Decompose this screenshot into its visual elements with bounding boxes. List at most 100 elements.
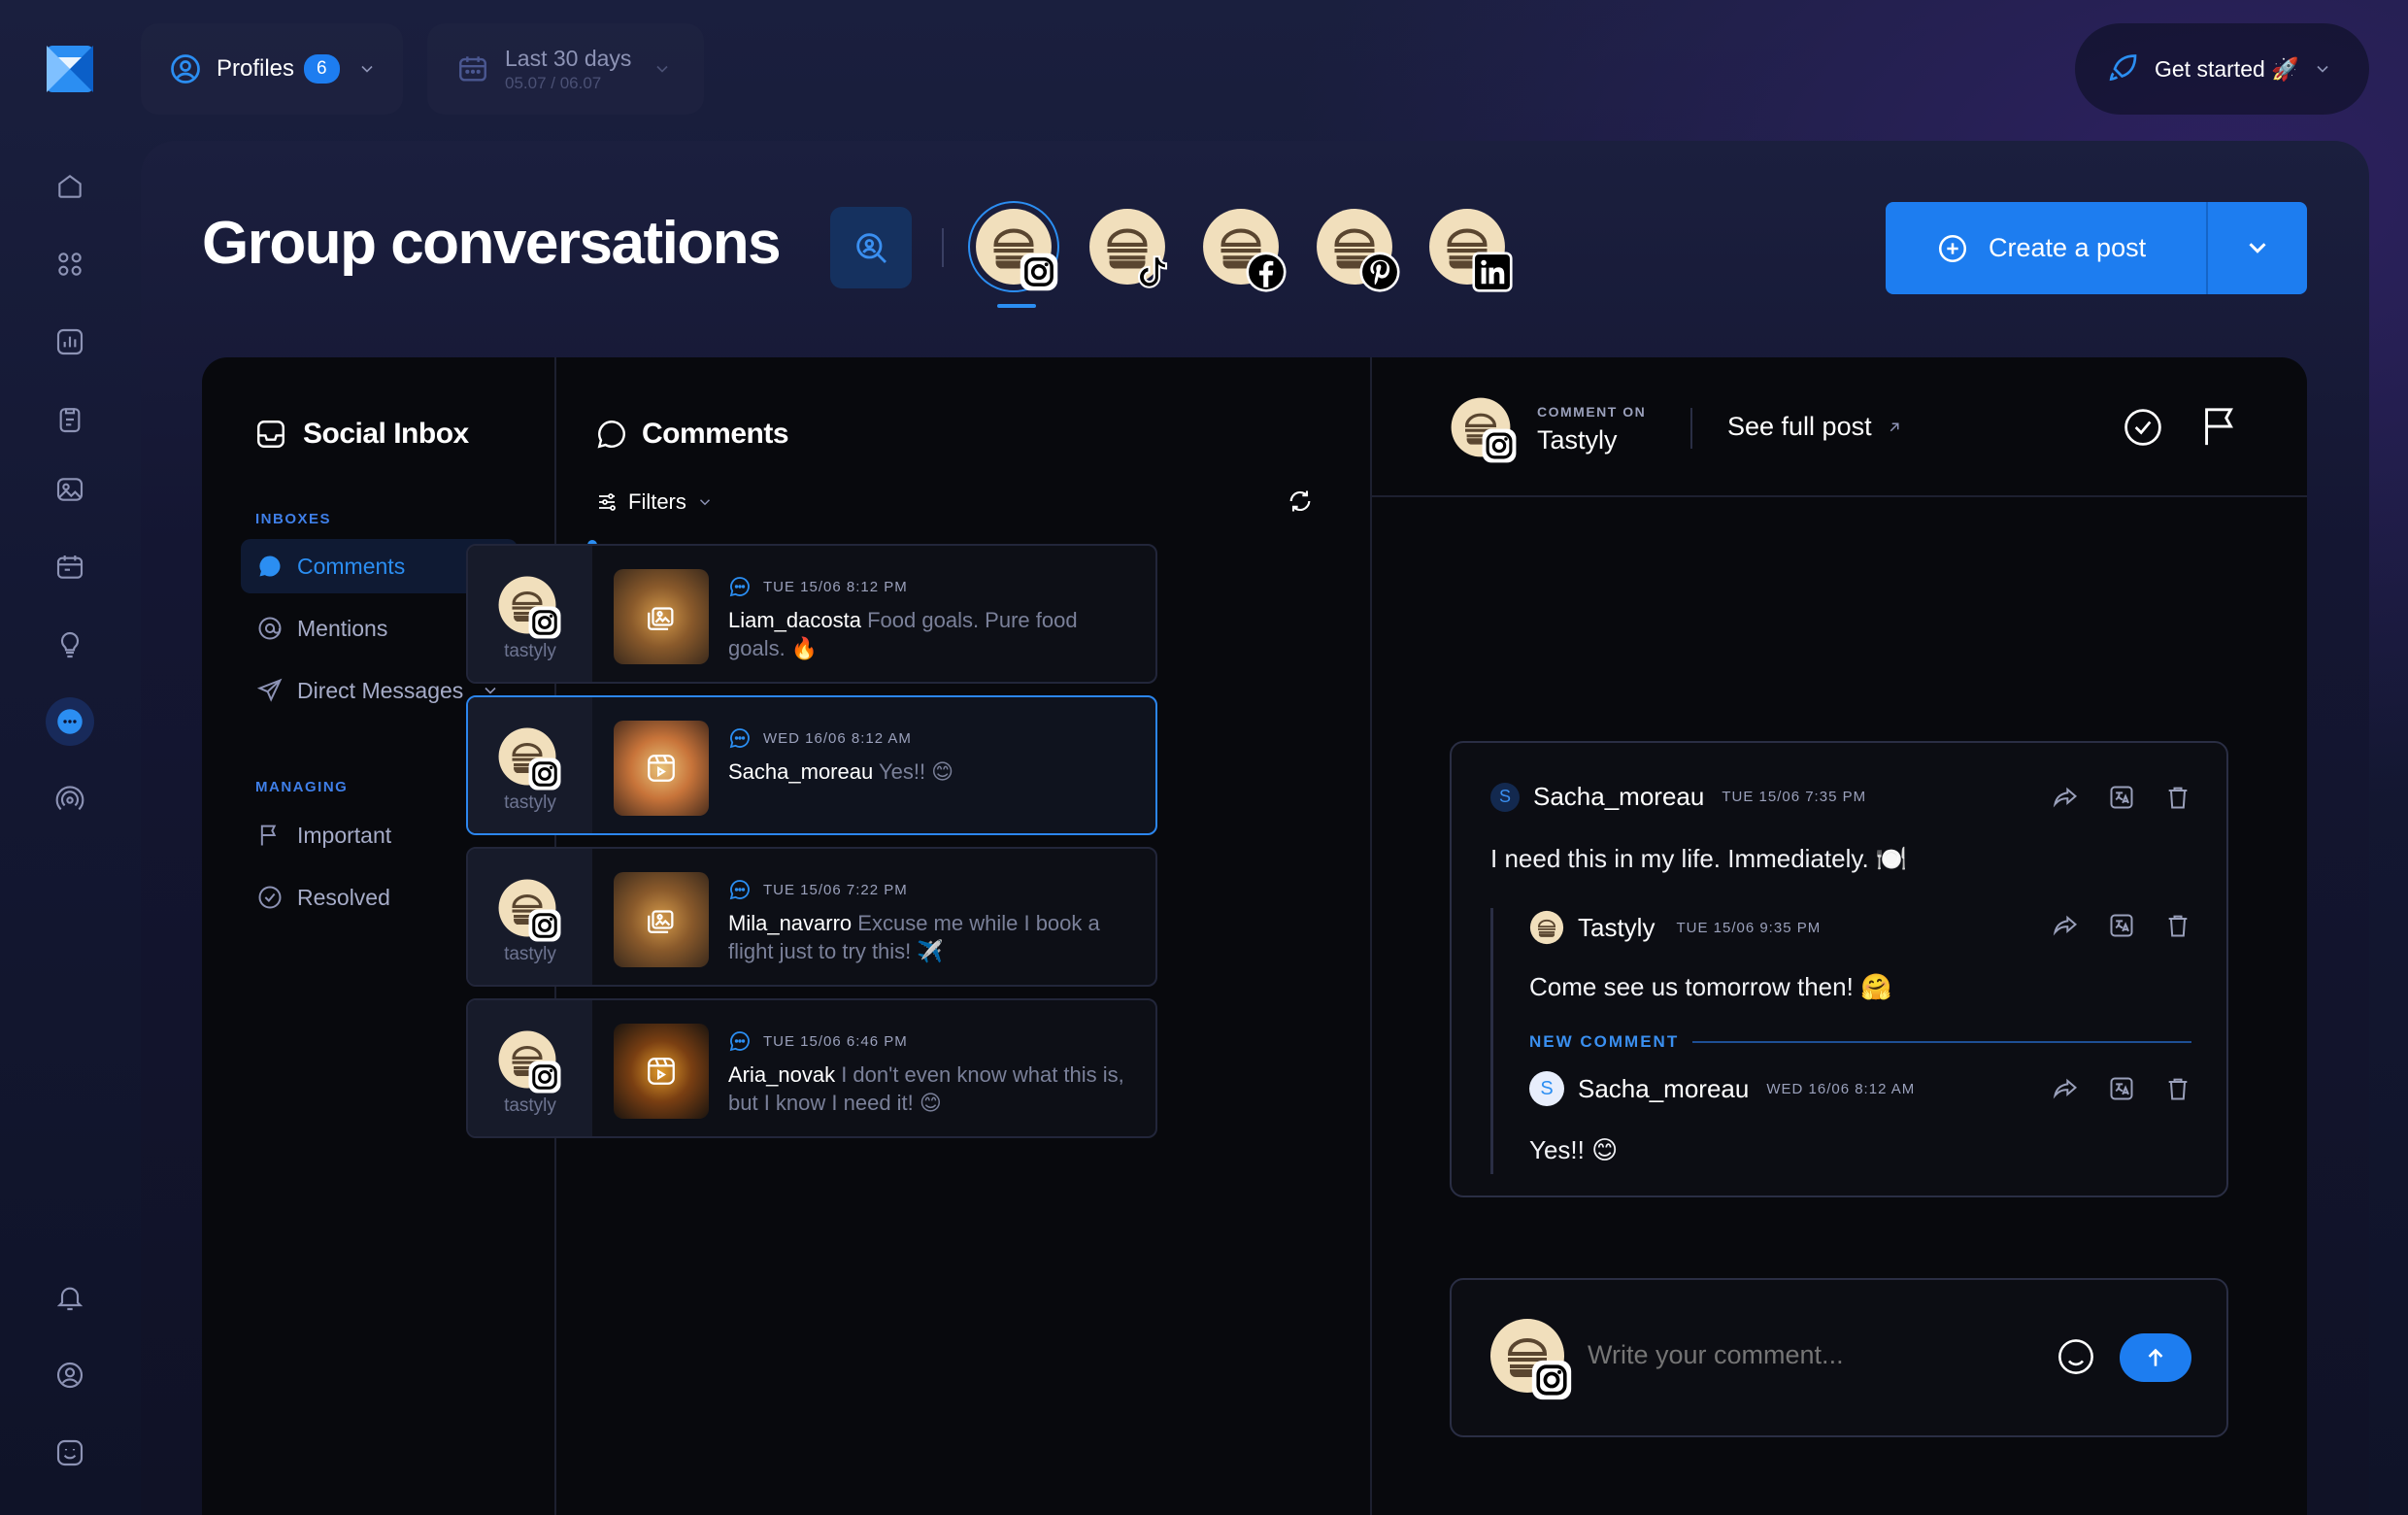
instagram-icon: [527, 757, 562, 791]
calendar-icon[interactable]: [49, 546, 91, 589]
bell-icon[interactable]: [49, 1276, 91, 1319]
account-cell: tastyly: [468, 697, 592, 833]
profile-avatar-linkedin[interactable]: [1427, 207, 1513, 292]
account-icon[interactable]: [49, 1354, 91, 1397]
see-full-post-link[interactable]: See full post: [1727, 412, 1903, 442]
analytics-icon[interactable]: [49, 320, 91, 363]
comment-icon: [597, 421, 625, 449]
account-avatar: [497, 726, 561, 791]
chevron-down-icon: [699, 499, 710, 506]
post-thumbnail: [614, 1024, 709, 1119]
divider: [942, 228, 944, 267]
account-handle: tastyly: [504, 792, 556, 813]
send-button[interactable]: [2120, 1333, 2191, 1382]
comment-author[interactable]: Tastyly: [1578, 913, 1655, 943]
inbox-item-label: Mentions: [297, 615, 388, 641]
profiles-icon: [168, 51, 203, 86]
comment-input[interactable]: [1588, 1330, 2015, 1379]
profile-avatar-facebook[interactable]: [1201, 207, 1287, 292]
comment-card[interactable]: tastyly TUE 15/06 6:46 PM Aria_novak I d…: [466, 998, 1157, 1138]
profile-avatar-pinterest[interactable]: [1315, 207, 1400, 292]
comment-time: TUE 15/06 8:12 PM: [763, 578, 908, 595]
create-post-button[interactable]: Create a post: [1886, 202, 2307, 294]
comment-time: TUE 15/06 7:35 PM: [1722, 789, 1867, 805]
profile-avatar-instagram[interactable]: [968, 201, 1059, 308]
divider: [1372, 495, 2307, 497]
translate-icon[interactable]: [2108, 784, 2135, 811]
comment-card[interactable]: tastyly TUE 15/06 7:22 PM Mila_navarro E…: [466, 847, 1157, 987]
comment-actions: [2052, 1075, 2191, 1102]
refresh-icon[interactable]: [1287, 488, 1314, 515]
image-icon: [645, 903, 678, 936]
clipboard-icon[interactable]: [49, 398, 91, 441]
profile-avatar-tiktok[interactable]: [1087, 207, 1168, 288]
group-filter-button[interactable]: [830, 207, 912, 288]
inbox-item-label: Comments: [297, 553, 406, 579]
account-avatar: [497, 575, 561, 639]
comment-author[interactable]: Sacha_moreau: [1533, 782, 1704, 812]
comment-text: I need this in my life. Immediately. 🍽️: [1490, 844, 1908, 873]
comment-time: WED 16/06 8:12 AM: [763, 729, 912, 747]
share-icon[interactable]: [2052, 912, 2079, 939]
comment-icon: [259, 556, 281, 577]
account-cell: tastyly: [468, 849, 592, 985]
get-started-button[interactable]: Get started 🚀: [2075, 23, 2369, 115]
send-icon: [256, 678, 283, 702]
new-comment-caption: NEW COMMENT: [1529, 1032, 1680, 1051]
sliders-icon: [599, 493, 616, 511]
date-range-value: 05.07 / 06.07: [505, 73, 602, 92]
managing-item-label: Resolved: [297, 884, 390, 910]
ideas-icon[interactable]: [49, 623, 91, 666]
page-title: Group conversations: [202, 210, 782, 277]
comment-text: Come see us tomorrow then! 🤗: [1529, 972, 1892, 1001]
emoji-icon[interactable]: [2056, 1336, 2096, 1377]
date-range-label: Last 30 days: [505, 45, 632, 71]
comment-author[interactable]: Sacha_moreau: [1578, 1074, 1749, 1104]
date-range-picker[interactable]: Last 30 days 05.07 / 06.07: [427, 23, 704, 115]
share-icon[interactable]: [2052, 784, 2079, 811]
inbox-workspace: Social Inbox INBOXES Comments Mentions D…: [202, 357, 2307, 1515]
media-icon[interactable]: [49, 468, 91, 511]
comment-author: Sacha_moreau: [728, 759, 874, 784]
comment-icon: [728, 575, 752, 598]
check-circle-icon: [258, 886, 282, 909]
dashboard-icon[interactable]: [49, 243, 91, 286]
video-icon: [645, 752, 678, 785]
feedback-icon[interactable]: [49, 1431, 91, 1474]
translate-icon[interactable]: [2108, 912, 2135, 939]
account-handle: tastyly: [504, 641, 556, 661]
instagram-icon: [1019, 252, 1059, 292]
comment-card[interactable]: tastyly TUE 15/06 8:12 PM Liam_dacosta F…: [466, 544, 1157, 684]
resolve-button[interactable]: [2122, 406, 2164, 449]
trash-icon[interactable]: [2164, 784, 2191, 811]
managing-caption: MANAGING: [255, 779, 349, 795]
comments-title: Comments: [642, 418, 789, 450]
profiles-dropdown[interactable]: Profiles 6: [141, 23, 403, 115]
image-icon: [645, 600, 678, 633]
home-icon[interactable]: [49, 165, 91, 208]
new-comment-divider: NEW COMMENT: [1529, 1032, 2191, 1052]
comment-time: TUE 15/06 9:35 PM: [1676, 919, 1822, 936]
instagram-icon: [527, 908, 562, 943]
app-logo[interactable]: [45, 44, 95, 94]
video-icon: [645, 1055, 678, 1088]
trash-icon[interactable]: [2164, 1075, 2191, 1102]
comment-card[interactable]: tastyly WED 16/06 8:12 AM Sacha_moreau Y…: [466, 695, 1157, 835]
flag-button[interactable]: [2197, 404, 2242, 449]
comment-author: Liam_dacosta: [728, 608, 861, 632]
filters-button[interactable]: Filters: [595, 489, 714, 515]
chevron-down-icon[interactable]: [2243, 233, 2272, 262]
profiles-label: Profiles: [217, 55, 295, 82]
comment-icon: [728, 726, 752, 750]
flag-icon: [2205, 408, 2233, 446]
listening-icon[interactable]: [49, 779, 91, 822]
translate-icon[interactable]: [2108, 1075, 2135, 1102]
avatar: S: [1490, 782, 1520, 812]
share-icon[interactable]: [2052, 1075, 2079, 1102]
comment-author: Aria_novak: [728, 1062, 836, 1087]
account-cell: tastyly: [468, 1000, 592, 1136]
inbox-icon[interactable]: [46, 697, 94, 746]
account-handle: tastyly: [504, 1095, 556, 1116]
trash-icon[interactable]: [2164, 912, 2191, 939]
managing-item-label: Important: [297, 822, 392, 848]
